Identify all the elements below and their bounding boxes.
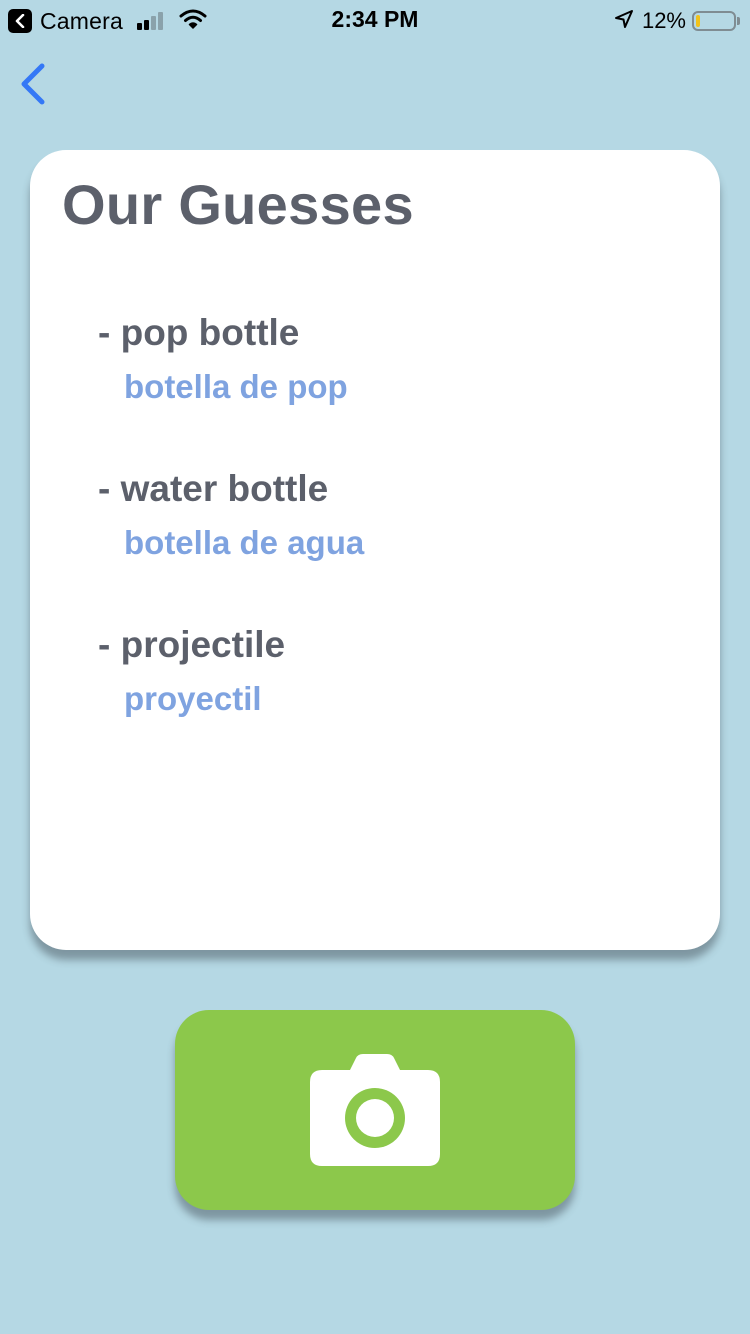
guess-english: - water bottle <box>98 468 329 509</box>
guess-spanish: botella de pop <box>124 368 348 405</box>
camera-button[interactable] <box>175 1010 575 1210</box>
status-bar: Camera 2:34 PM 12% <box>0 0 750 40</box>
guess-item: - projectile proyectil <box>98 620 678 776</box>
guess-english: - pop bottle <box>98 312 300 353</box>
battery-percentage: 12% <box>641 8 686 33</box>
guess-spanish: botella de agua <box>124 524 365 561</box>
guess-item: - pop bottle botella de pop <box>98 308 678 464</box>
camera-icon <box>310 1054 440 1166</box>
guess-english: - projectile <box>98 624 286 665</box>
status-bar-right: 12% <box>614 8 740 34</box>
chevron-left-icon <box>21 63 45 105</box>
guess-item: - water bottle botella de agua <box>98 464 678 620</box>
back-button[interactable] <box>14 60 54 110</box>
location-arrow-icon <box>614 9 634 34</box>
battery-icon <box>692 11 736 31</box>
battery-nub <box>737 17 740 25</box>
battery-level-fill <box>696 15 701 27</box>
guess-list: - pop bottle botella de pop - water bott… <box>98 308 678 776</box>
guess-spanish: proyectil <box>124 680 262 717</box>
card-title: Our Guesses <box>62 173 414 236</box>
guesses-card: Our Guesses - pop bottle botella de pop … <box>30 150 720 950</box>
